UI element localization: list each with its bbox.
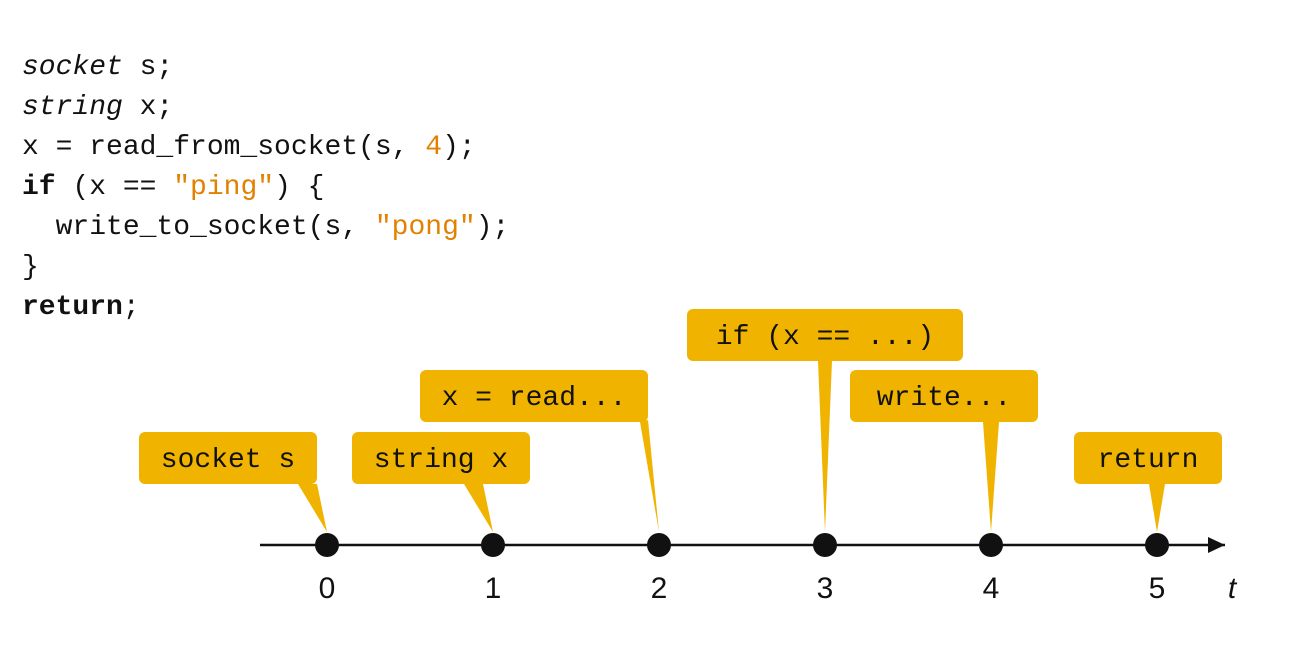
svg-text:x = read...: x = read... [442,383,627,414]
svg-text:string x: string x [374,445,508,476]
code-text: s; [123,52,173,83]
code-keyword: if [22,172,56,203]
code-text: x = read_from_socket(s, [22,132,425,163]
axis-tick-label: 5 [1149,572,1166,605]
callout-string-x: string x [352,432,530,532]
axis-tick-label: 1 [485,572,502,605]
code-type: string [22,92,123,123]
code-text: write_to_socket(s, [22,212,375,243]
code-keyword: return [22,292,123,323]
callout-read: x = read... [420,370,659,532]
code-block: socket s; string x; x = read_from_socket… [22,8,509,328]
svg-text:write...: write... [877,383,1011,414]
svg-text:if (x == ...): if (x == ...) [716,322,934,353]
code-text: ); [476,212,510,243]
axis-variable: t [1228,572,1238,605]
code-text: } [22,252,39,283]
time-axis: 0 1 2 3 4 5 t [260,533,1238,605]
code-text: ); [442,132,476,163]
axis-tick-label: 3 [817,572,834,605]
callout-write: write... [850,370,1038,532]
axis-tick-label: 0 [319,572,336,605]
code-text: (x == [56,172,174,203]
code-literal: "ping" [173,172,274,203]
code-text: ) { [274,172,324,203]
callout-return: return [1074,432,1222,532]
callout-socket-s: socket s [139,432,327,532]
code-text: ; [123,292,140,323]
code-text: x; [123,92,173,123]
svg-text:socket s: socket s [161,445,295,476]
callout-if: if (x == ...) [687,309,963,532]
code-literal: "pong" [375,212,476,243]
svg-text:return: return [1098,445,1199,476]
axis-tick-label: 2 [651,572,668,605]
code-literal: 4 [425,132,442,163]
axis-tick-label: 4 [983,572,1000,605]
code-type: socket [22,52,123,83]
